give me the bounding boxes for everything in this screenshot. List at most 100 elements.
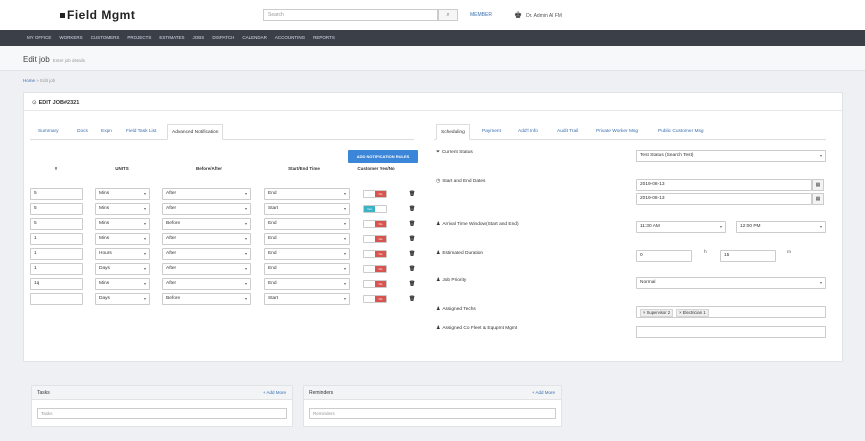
notif-start-end-select[interactable]: Start ▾	[264, 293, 350, 305]
customer-toggle[interactable]: No	[363, 235, 387, 243]
notif-number-input[interactable]: 5	[30, 188, 83, 200]
tab-private-worker-msg[interactable]: Private Worker Msg	[592, 124, 642, 139]
search-button[interactable]: ⌕	[438, 9, 458, 21]
nav-item-workers[interactable]: WORKERS	[59, 30, 82, 46]
arrival-end-select[interactable]: 12:00 PM ▾	[736, 221, 826, 233]
tab-addl-info[interactable]: Add'l Info	[514, 124, 542, 139]
trash-icon[interactable]: 🗑	[409, 236, 415, 242]
notif-units-select[interactable]: Mins ▾	[95, 233, 150, 245]
customer-toggle[interactable]: No	[363, 190, 387, 198]
notif-units-select[interactable]: Days ▾	[95, 293, 150, 305]
nav-item-accounting[interactable]: ACCOUNTING	[275, 30, 305, 46]
nav-item-customers[interactable]: CUSTOMERS	[91, 30, 120, 46]
trash-icon[interactable]: 🗑	[409, 221, 415, 227]
person-icon: ♟	[436, 326, 441, 331]
start-date-input[interactable]: 2019-08-13	[636, 179, 812, 191]
notif-start-end-select[interactable]: End ▾	[264, 248, 350, 260]
notif-number-input[interactable]: 5	[30, 218, 83, 230]
tab-audit-trail[interactable]: Audit Trail	[553, 124, 582, 139]
nav-item-jobs[interactable]: JOBS	[193, 30, 205, 46]
nav-item-projects[interactable]: PROJECTS	[127, 30, 151, 46]
customer-toggle[interactable]: No	[363, 250, 387, 258]
notif-start-end-select[interactable]: End ▾	[264, 263, 350, 275]
notif-number-input[interactable]: 5	[30, 203, 83, 215]
nav-item-dispatch[interactable]: DISPATCH	[212, 30, 234, 46]
add-task-button[interactable]: + Add More	[263, 390, 286, 395]
breadcrumb-home[interactable]: Home	[23, 78, 35, 83]
job-priority-select[interactable]: Normal ▾	[636, 277, 826, 289]
app-logo[interactable]: Field Mgmt	[60, 8, 135, 22]
trash-icon[interactable]: 🗑	[409, 266, 415, 272]
notif-units-select[interactable]: Mins ▾	[95, 188, 150, 200]
notif-number-input[interactable]: 1	[30, 263, 83, 275]
trash-icon[interactable]: 🗑	[409, 296, 415, 302]
end-date-input[interactable]: 2019-08-13	[636, 193, 812, 205]
tech-tag[interactable]: × Supervisor 2	[640, 309, 674, 317]
arrival-start-select[interactable]: 11:30 AM ▾	[636, 221, 726, 233]
notif-before-after-select[interactable]: After ▾	[162, 248, 251, 260]
customer-toggle[interactable]: No	[363, 295, 387, 303]
tab-public-customer-msg[interactable]: Public Customer Msg	[654, 124, 708, 139]
notif-start-end-select[interactable]: Start ▾	[264, 203, 350, 215]
customer-toggle[interactable]: No	[363, 265, 387, 273]
tab-advanced-notification[interactable]: Advanced Notification	[167, 124, 224, 140]
customer-toggle[interactable]: No	[363, 280, 387, 288]
chevron-down-icon: ▾	[244, 251, 247, 256]
nav-item-my-office[interactable]: MY OFFICE	[27, 30, 51, 46]
tech-tag[interactable]: × Electrician 1	[676, 309, 709, 317]
trash-icon[interactable]: 🗑	[409, 191, 415, 197]
tab-expn[interactable]: Expn	[97, 124, 116, 139]
tab-payment[interactable]: Payment	[478, 124, 505, 139]
current-status-select[interactable]: Test Status (Search Test) ▾	[636, 150, 826, 162]
nav-item-calendar[interactable]: CALENDAR	[242, 30, 267, 46]
nav-item-estimates[interactable]: ESTIMATES	[159, 30, 184, 46]
user-menu[interactable]: ♚ Dr. Admin Al FM	[514, 10, 562, 21]
notif-before-after-select[interactable]: Before ▾	[162, 218, 251, 230]
notif-before-after-select[interactable]: After ▾	[162, 233, 251, 245]
notif-before-after-select[interactable]: After ▾	[162, 278, 251, 290]
chevron-down-icon: ▾	[819, 153, 822, 158]
trash-icon[interactable]: 🗑	[409, 281, 415, 287]
add-reminder-button[interactable]: + Add More	[532, 390, 555, 395]
notif-number-input[interactable]	[30, 293, 83, 305]
notif-before-after-select[interactable]: After ▾	[162, 188, 251, 200]
tasks-input[interactable]: Tasks	[37, 408, 287, 419]
trash-icon[interactable]: 🗑	[409, 206, 415, 212]
notif-number-input[interactable]: 1	[30, 233, 83, 245]
notif-number-input[interactable]: 1q	[30, 278, 83, 290]
notif-start-end-select[interactable]: End ▾	[264, 233, 350, 245]
customer-toggle[interactable]: No	[363, 220, 387, 228]
notif-units-select[interactable]: Mins ▾	[95, 203, 150, 215]
calendar-icon[interactable]: ▦	[812, 179, 824, 191]
assigned-techs-input[interactable]: × Supervisor 2 × Electrician 1	[636, 306, 826, 318]
tab-field-task-list[interactable]: Field Task List	[122, 124, 160, 139]
notif-start-end-select[interactable]: End ▾	[264, 218, 350, 230]
notif-before-after-select[interactable]: After ▾	[162, 263, 251, 275]
member-link[interactable]: MEMBER	[470, 12, 492, 18]
notif-before-after-select[interactable]: After ▾	[162, 203, 251, 215]
add-notification-rules-button[interactable]: ADD NOTIFICATION RULES	[348, 150, 418, 163]
trash-icon[interactable]: 🗑	[409, 251, 415, 257]
search-input[interactable]: Search	[263, 9, 438, 21]
notif-units-select[interactable]: Mins ▾	[95, 218, 150, 230]
reminders-input[interactable]: Reminders	[309, 408, 556, 419]
tab-summary[interactable]: Summary	[34, 124, 63, 139]
fleet-input[interactable]	[636, 326, 826, 338]
notif-units-select[interactable]: Days ▾	[95, 263, 150, 275]
notif-start-end-select[interactable]: End ▾	[264, 278, 350, 290]
nav-item-reports[interactable]: REPORTS	[313, 30, 335, 46]
duration-minutes-input[interactable]: 15	[720, 250, 776, 262]
toggle-knob: No	[375, 191, 386, 197]
customer-toggle[interactable]: Yes	[363, 205, 387, 213]
duration-hours-input[interactable]: 0	[636, 250, 692, 262]
tab-docs[interactable]: Docs	[73, 124, 92, 139]
notif-start-end-select[interactable]: End ▾	[264, 188, 350, 200]
panel-header: Tasks + Add More	[32, 386, 292, 400]
notif-units-select[interactable]: Mins ▾	[95, 278, 150, 290]
notif-before-after-select[interactable]: Before ▾	[162, 293, 251, 305]
notif-number-input[interactable]: 1	[30, 248, 83, 260]
col-header-before-after: Before/After	[195, 166, 222, 171]
notif-units-select[interactable]: Hours ▾	[95, 248, 150, 260]
calendar-icon[interactable]: ▦	[812, 193, 824, 205]
tab-scheduling[interactable]: Scheduling	[436, 124, 470, 140]
